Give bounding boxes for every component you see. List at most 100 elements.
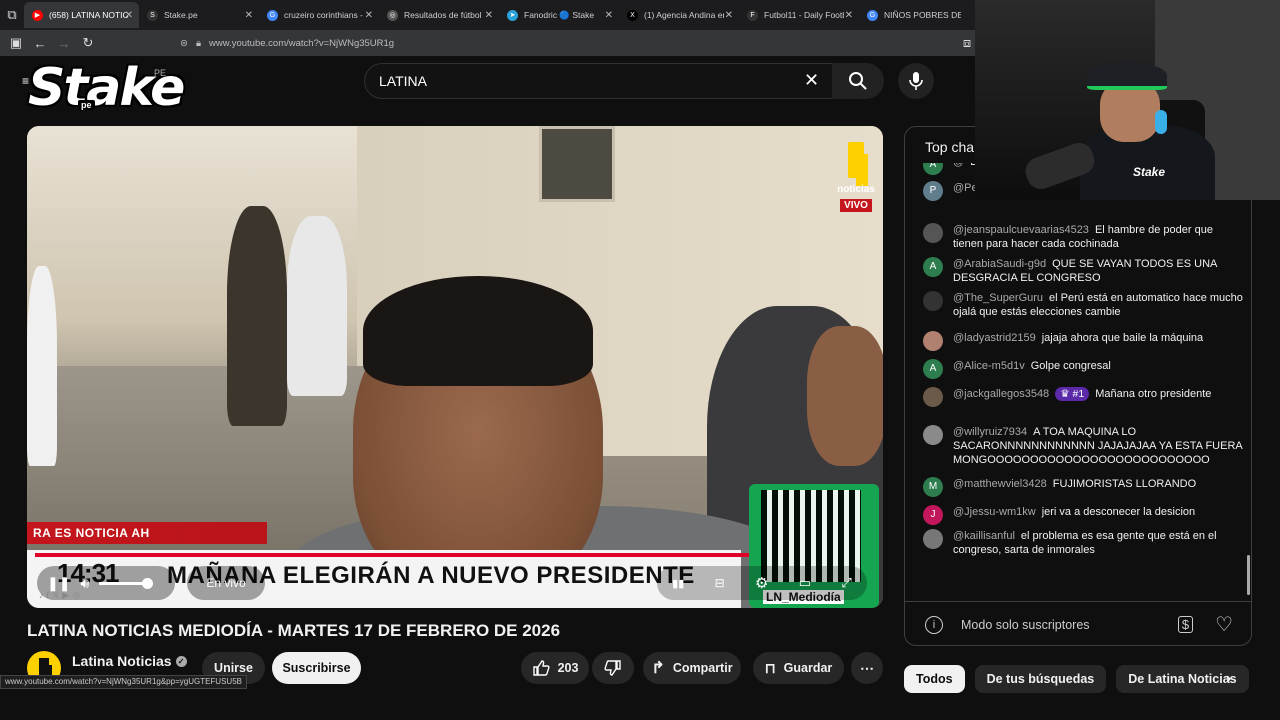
x-icon: 𝕏: [52, 590, 60, 600]
chat-author[interactable]: @Alice-m5d1v: [953, 360, 1025, 372]
tab-title: Resultados de fútbol en: [404, 10, 484, 20]
streamer-webcam: Stake: [975, 0, 1280, 200]
volume-icon[interactable]: 🔊︎: [80, 575, 89, 592]
chat-message-body: @jackgallegos3548 ♛ #1 Mañana otro preside…: [953, 387, 1211, 407]
chat-avatar: [923, 529, 943, 549]
voice-search-button[interactable]: [898, 63, 934, 99]
volume-slider[interactable]: [99, 577, 154, 589]
chat-messages[interactable]: A@DESGRACIA EL CONGRESOP@PedroJosueMoren…: [905, 163, 1251, 603]
browser-tab[interactable]: S Stake.pe ✕: [139, 2, 259, 28]
chat-message[interactable]: @The_SuperGuru el Perú está en automatico…: [923, 291, 1243, 319]
facebook-icon: f: [46, 590, 50, 600]
chat-message[interactable]: @kaillisanful el problema es esa gente qu…: [923, 529, 1243, 557]
like-button[interactable]: 203: [521, 652, 589, 684]
chat-author[interactable]: @The_SuperGuru: [953, 292, 1043, 304]
address-field[interactable]: ⊜ 🔒︎ www.youtube.com/watch?v=NjWNg35UR1g: [180, 34, 960, 52]
chat-avatar: [923, 223, 943, 243]
chat-author[interactable]: @matthewviel3428: [953, 478, 1047, 490]
chat-message[interactable]: @jackgallegos3548 ♛ #1 Mañana otro preside…: [923, 387, 1243, 407]
heart-icon[interactable]: ♡: [1215, 612, 1233, 637]
filter-chip[interactable]: De tus búsquedas: [974, 665, 1107, 693]
chips-next-icon[interactable]: ›: [1226, 670, 1231, 688]
related-filter-chips: Todos De tus búsquedas De Latina Noticias: [904, 665, 1249, 693]
tab-close-icon[interactable]: ✕: [605, 10, 613, 21]
clear-search-icon[interactable]: ✕: [804, 70, 819, 91]
tab-close-icon[interactable]: ✕: [485, 10, 493, 21]
search-button[interactable]: [832, 63, 884, 99]
chat-author[interactable]: @jackgallegos3548: [953, 388, 1049, 400]
live-badge: VIVO: [840, 199, 872, 212]
forward-icon[interactable]: →: [52, 36, 76, 51]
tab-favicon-icon: ◎: [387, 9, 398, 21]
channel-name[interactable]: Latina Noticias ✓: [72, 653, 187, 669]
chat-author[interactable]: @: [953, 163, 964, 168]
theater-mode-icon[interactable]: ▭: [799, 575, 811, 591]
tab-close-icon[interactable]: ✕: [365, 10, 373, 21]
chat-avatar: [923, 425, 943, 445]
guard-figure: [227, 206, 287, 426]
share-button[interactable]: ↱ Compartir: [643, 652, 741, 684]
tab-title: (1) Agencia Andina en X: [644, 10, 724, 20]
browser-tab[interactable]: ▶ (658) LATINA NOTIC ✕: [24, 2, 139, 28]
browser-tab[interactable]: F Futbol11 - Daily Football✕: [739, 2, 859, 28]
info-icon[interactable]: i: [925, 615, 943, 634]
browser-tab[interactable]: X (1) Agencia Andina en X✕: [619, 2, 739, 28]
settings-icon[interactable]: ⚙: [755, 574, 768, 592]
chat-author[interactable]: @willyruiz7934: [953, 426, 1027, 438]
tab-title: (658) LATINA NOTIC: [49, 10, 129, 20]
tab-title: Fanodric 🔵 Stake: [524, 9, 595, 20]
chat-message[interactable]: A @Alice-m5d1v Golpe congresal: [923, 359, 1243, 379]
browser-tab[interactable]: ◎ Resultados de fútbol en✕: [379, 2, 499, 28]
chat-author[interactable]: @jeanspaulcuevaarias4523: [953, 224, 1089, 236]
browser-tab[interactable]: Gcruzeiro corinthians - B ✕: [259, 2, 379, 28]
chat-author[interactable]: @ladyastrid2159: [953, 332, 1036, 344]
tab-actions-icon[interactable]: ⧉: [0, 7, 24, 23]
chat-message[interactable]: @willyruiz7934 A TOA MAQUINA LO SACARONNN…: [923, 425, 1243, 467]
bookmark-icon: ⊓: [764, 659, 776, 676]
live-indicator[interactable]: En vivo: [187, 566, 265, 600]
site-settings-icon[interactable]: ⊜: [180, 38, 188, 49]
chat-avatar: [923, 331, 943, 351]
join-button-label: Unirse: [214, 661, 253, 675]
tab-close-icon[interactable]: ✕: [845, 10, 853, 21]
chat-author[interactable]: @ArabiaSaudi-g9d: [953, 258, 1046, 270]
tab-title: Futbol11 - Daily Football: [764, 10, 844, 20]
chat-avatar: M: [923, 477, 943, 497]
chat-text: Golpe congresal: [1030, 360, 1111, 372]
dislike-button[interactable]: [592, 652, 634, 684]
browser-tab[interactable]: G NIÑOS POBRES DE CUBA: [859, 2, 969, 28]
chat-message[interactable]: @ladyastrid2159 jajaja ahora que baile la…: [923, 331, 1243, 351]
bystander-figure: [287, 216, 347, 396]
browser-tab[interactable]: ➤ Fanodric 🔵 Stake ✕: [499, 2, 619, 28]
subscribe-button[interactable]: Suscribirse: [272, 652, 361, 684]
save-button[interactable]: ⊓ Guardar: [753, 652, 844, 684]
subtitles-icon[interactable]: ⊟: [715, 576, 725, 590]
tiktok-icon: ♪: [39, 590, 44, 600]
back-icon[interactable]: ←: [28, 36, 52, 51]
search-input[interactable]: LATINA: [364, 63, 836, 99]
chat-message[interactable]: M @matthewviel3428 FUJIMORISTAS LLORANDO: [923, 477, 1243, 497]
chat-message[interactable]: J @Jjessu-wm1kw jeri va a desconecer la de…: [923, 505, 1243, 525]
pause-icon[interactable]: ❚❚: [47, 575, 70, 592]
pause-overlay-icon[interactable]: ▮▮: [672, 577, 684, 590]
tab-close-icon[interactable]: ✕: [725, 10, 733, 21]
fullscreen-icon[interactable]: ⤢: [841, 575, 851, 591]
more-actions-button[interactable]: ⋯: [851, 652, 883, 684]
tab-favicon-icon: G: [267, 9, 278, 21]
sidebar-toggle-icon[interactable]: ▣: [4, 35, 28, 51]
chat-author[interactable]: @kaillisanful: [953, 530, 1015, 542]
chat-scrollbar[interactable]: [1247, 555, 1250, 595]
super-chat-icon[interactable]: $: [1177, 616, 1194, 633]
stake-logo[interactable]: Stake: [28, 58, 185, 118]
youtube-icon: ▶: [62, 590, 70, 600]
reload-icon[interactable]: ↻: [76, 35, 100, 51]
video-player[interactable]: noticias VIVO RA ES NOTICIA AH 14:31 MAÑ…: [27, 126, 883, 608]
tab-close-icon[interactable]: ✕: [125, 10, 133, 21]
tab-close-icon[interactable]: ✕: [245, 10, 253, 21]
filter-chip[interactable]: Todos: [904, 665, 965, 693]
chat-author[interactable]: @Jjessu-wm1kw: [953, 506, 1036, 518]
chat-message[interactable]: A @ArabiaSaudi-g9d QUE SE VAYAN TODOS ES U…: [923, 257, 1243, 285]
chat-message[interactable]: @jeanspaulcuevaarias4523 El hambre de pod…: [923, 223, 1243, 251]
chat-header[interactable]: Top cha: [925, 139, 974, 155]
chat-avatar: J: [923, 505, 943, 525]
